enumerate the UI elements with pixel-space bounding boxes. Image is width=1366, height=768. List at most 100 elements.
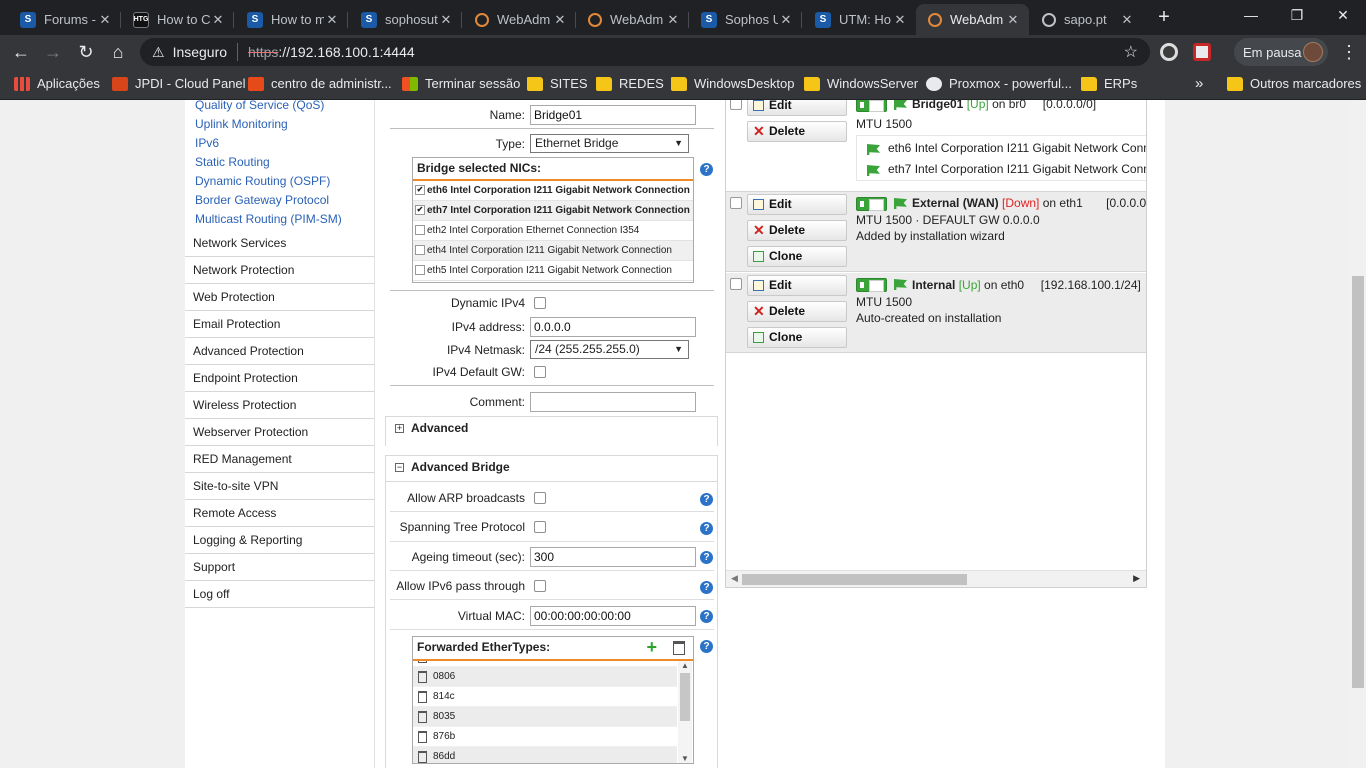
ethertypes-scrollbar[interactable]: ▲ ▼ [678,661,692,763]
sidebar-item-advanced-protection[interactable]: Advanced Protection [185,338,374,365]
restore-icon[interactable]: ❐ [1274,0,1320,30]
tab-webadmin-active[interactable]: WebAdm ✕ [916,4,1029,35]
close-icon[interactable]: ✕ [892,12,908,28]
checkbox-icon[interactable] [415,225,425,235]
bookmark-other[interactable]: Outros marcadores [1227,76,1361,91]
sidebar-item-log-off[interactable]: Log off [185,581,374,608]
nic-item[interactable]: eth5 Intel Corporation I211 Gigabit Netw… [413,261,693,281]
clone-button[interactable]: Clone [747,246,847,267]
trash-icon[interactable] [418,731,427,743]
home-icon[interactable]: ⌂ [105,39,131,65]
ipv4-gw-checkbox[interactable] [534,366,546,378]
sidebar-item-red-management[interactable]: RED Management [185,446,374,473]
checkbox-checked-icon[interactable]: ✔ [415,205,425,215]
extension-icon[interactable] [1160,43,1178,61]
sidebar-sub-static-routing[interactable]: Static Routing [195,155,270,169]
bookmark-jpdi[interactable]: JPDI - Cloud Panel [112,76,246,91]
tab-sophos-u[interactable]: S Sophos U ✕ [689,4,802,35]
close-icon[interactable]: ✕ [665,12,681,28]
bookmark-windowsdesktop[interactable]: WindowsDesktop [671,76,794,91]
bookmark-erps[interactable]: ERPs [1081,76,1137,91]
bookmark-terminar[interactable]: Terminar sessão [402,76,520,91]
trash-icon[interactable] [418,751,427,763]
close-icon[interactable]: ✕ [1005,12,1021,28]
expand-icon[interactable]: + [395,424,404,433]
reload-icon[interactable]: ↻ [73,39,99,65]
close-icon[interactable]: ✕ [97,12,113,28]
sidebar-item-network-protection[interactable]: Network Protection [185,257,374,284]
virtual-mac-input[interactable] [530,606,696,626]
tab-how-to-m[interactable]: S How to m ✕ [235,4,348,35]
security-label[interactable]: Inseguro [173,44,227,60]
allow-arp-checkbox[interactable] [534,492,546,504]
minimize-icon[interactable]: — [1228,0,1274,30]
close-icon[interactable]: ✕ [210,12,226,28]
interface-toggle[interactable] [856,100,887,112]
ethertype-item[interactable]: 86dd [413,747,677,763]
interface-toggle[interactable] [856,278,887,292]
help-icon[interactable]: ? [700,493,713,506]
address-bar[interactable]: ⚠ Inseguro https://192.168.100.1:4444 ☆ [140,38,1150,66]
bookmark-proxmox[interactable]: Proxmox - powerful... [926,76,1072,91]
tab-utm-how[interactable]: S UTM: Ho ✕ [803,4,916,35]
bookmark-redes[interactable]: REDES [596,76,664,91]
trash-icon[interactable] [673,641,685,655]
advanced-section-title[interactable]: Advanced [411,421,468,435]
trash-icon[interactable] [418,691,427,703]
sidebar-sub-uplink[interactable]: Uplink Monitoring [195,117,288,131]
sidebar-item-support[interactable]: Support [185,554,374,581]
sidebar-item-site-to-site-vpn[interactable]: Site-to-site VPN [185,473,374,500]
tab-webadmin-2[interactable]: WebAdm ✕ [576,4,689,35]
sidebar-item-web-protection[interactable]: Web Protection [185,284,374,311]
sidebar-item-endpoint-protection[interactable]: Endpoint Protection [185,365,374,392]
row-checkbox[interactable] [730,100,742,110]
ipv6-pass-checkbox[interactable] [534,580,546,592]
tab-how-to-c[interactable]: HTG How to C ✕ [121,4,234,35]
bookmark-centro[interactable]: centro de administr... [248,76,392,91]
bookmark-windowsserver[interactable]: WindowsServer [804,76,918,91]
checkbox-icon[interactable] [415,245,425,255]
sidebar-sub-qos[interactable]: Quality of Service (QoS) [195,100,324,112]
trash-icon[interactable] [418,661,427,663]
sidebar-sub-ospf[interactable]: Dynamic Routing (OSPF) [195,174,330,188]
ethertype-item[interactable]: 876b [413,727,677,747]
close-icon[interactable]: ✕ [1119,12,1135,28]
sidebar-item-wireless-protection[interactable]: Wireless Protection [185,392,374,419]
tab-sophosut[interactable]: Ssophosut ✕ [349,4,462,35]
bookmark-star-icon[interactable]: ☆ [1124,42,1138,62]
nic-item[interactable]: ✔ eth6 Intel Corporation I211 Gigabit Net… [413,181,693,201]
ipv4-address-input[interactable] [530,317,696,337]
back-icon[interactable]: ← [8,39,34,65]
help-icon[interactable]: ? [700,551,713,564]
edit-button[interactable]: Edit [747,100,847,116]
edit-button[interactable]: Edit [747,194,847,215]
trash-icon[interactable] [418,711,427,723]
type-select[interactable]: Ethernet Bridge ▼ [530,134,689,153]
row-checkbox[interactable] [730,197,742,209]
forward-icon[interactable]: → [40,39,66,65]
delete-button[interactable]: ✕ Delete [747,301,847,322]
page-scrollbar[interactable] [1350,100,1366,768]
trash-icon[interactable] [418,671,427,683]
nic-item[interactable]: eth4 Intel Corporation I211 Gigabit Netw… [413,241,693,261]
sidebar-sub-ipv6[interactable]: IPv6 [195,136,219,150]
ageing-timeout-input[interactable] [530,547,696,567]
help-icon[interactable]: ? [700,581,713,594]
delete-button[interactable]: ✕ Delete [747,121,847,142]
sidebar-sub-bgp[interactable]: Border Gateway Protocol [195,193,329,207]
dynamic-ipv4-checkbox[interactable] [534,297,546,309]
help-icon[interactable]: ? [700,522,713,535]
clone-button[interactable]: Clone [747,327,847,348]
close-icon[interactable]: ✕ [778,12,794,28]
chevron-right-icon[interactable]: » [1195,75,1203,92]
help-icon[interactable]: ? [700,163,713,176]
sidebar-item-remote-access[interactable]: Remote Access [185,500,374,527]
ethertype-item[interactable]: 8035 [413,707,677,727]
checkbox-icon[interactable] [415,265,425,275]
help-icon[interactable]: ? [700,610,713,623]
tab-sapo[interactable]: sapo.pt ✕ [1030,4,1143,35]
close-icon[interactable]: ✕ [324,12,340,28]
checkbox-checked-icon[interactable]: ✔ [415,185,425,195]
profile-button[interactable]: Em pausa [1234,38,1328,66]
tab-forums[interactable]: S Forums - ✕ [8,4,121,35]
